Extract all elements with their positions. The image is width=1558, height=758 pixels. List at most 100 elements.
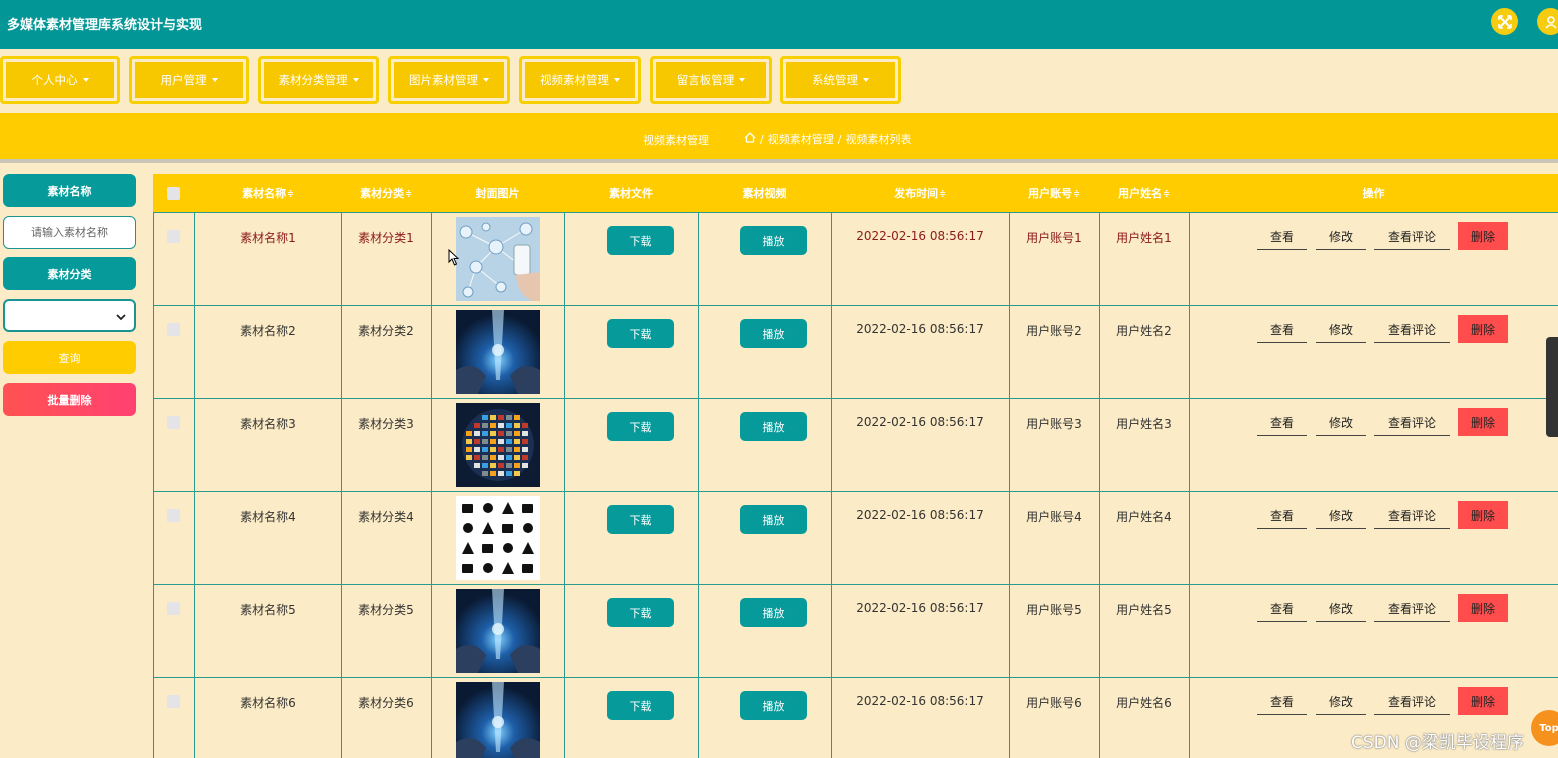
- material-name-input[interactable]: [3, 216, 136, 249]
- cell-published: 2022-02-16 08:56:17: [856, 601, 984, 615]
- view-button[interactable]: 查看: [1257, 595, 1307, 622]
- edit-button[interactable]: 修改: [1316, 409, 1366, 436]
- table-row: 素材名称6 素材分类6 下载 播放 2022-02-16 08:56:17 用户账号6 用户…: [153, 677, 1558, 758]
- app-title: 多媒体素材管理库系统设计与实现: [7, 18, 203, 33]
- nav-item-category-management[interactable]: 素材分类管理: [258, 56, 379, 104]
- cell-account: 用户账号5: [1026, 603, 1082, 617]
- view-comments-button[interactable]: 查看评论: [1374, 502, 1450, 529]
- delete-button[interactable]: 删除: [1458, 501, 1508, 529]
- cell-account: 用户账号1: [1026, 231, 1082, 245]
- row-checkbox[interactable]: [167, 230, 180, 243]
- breadcrumb-item-video-list: 视频素材列表: [845, 133, 912, 146]
- play-button[interactable]: 播放: [740, 226, 807, 255]
- cover-image[interactable]: [456, 403, 540, 487]
- view-button[interactable]: 查看: [1257, 409, 1307, 436]
- row-checkbox[interactable]: [167, 416, 180, 429]
- download-button[interactable]: 下载: [607, 319, 674, 348]
- cell-username: 用户姓名6: [1116, 696, 1172, 710]
- edit-button[interactable]: 修改: [1316, 223, 1366, 250]
- caret-down-icon: [483, 78, 489, 82]
- view-button[interactable]: 查看: [1257, 316, 1307, 343]
- view-comments-button[interactable]: 查看评论: [1374, 223, 1450, 250]
- column-header-category[interactable]: 素材分类 ≑: [341, 174, 431, 212]
- delete-button[interactable]: 删除: [1458, 687, 1508, 715]
- download-button[interactable]: 下载: [607, 598, 674, 627]
- nav-item-message-board[interactable]: 留言板管理: [650, 56, 772, 104]
- table-header: 素材名称 ≑ 素材分类 ≑ 封面图片 素材文件 素材视频 发布时间 ≑ 用户账号 ≑ 用…: [153, 174, 1558, 212]
- view-button[interactable]: 查看: [1257, 502, 1307, 529]
- cover-image[interactable]: [456, 217, 540, 301]
- delete-button[interactable]: 删除: [1458, 222, 1508, 250]
- edit-button[interactable]: 修改: [1316, 688, 1366, 715]
- table-row: 素材名称2 素材分类2 下载 播放 2022-02-16 08:56:17 用户账号2 用户…: [153, 305, 1558, 398]
- download-button[interactable]: 下载: [607, 412, 674, 441]
- play-button[interactable]: 播放: [740, 412, 807, 441]
- batch-delete-button[interactable]: 批量删除: [3, 383, 136, 416]
- cell-name: 素材名称6: [240, 696, 296, 710]
- user-icon[interactable]: [1537, 8, 1558, 35]
- home-icon[interactable]: [744, 132, 756, 146]
- view-comments-button[interactable]: 查看评论: [1374, 316, 1450, 343]
- edit-button[interactable]: 修改: [1316, 316, 1366, 343]
- download-button[interactable]: 下载: [607, 226, 674, 255]
- row-checkbox[interactable]: [167, 602, 180, 615]
- sort-icon: ≑: [1163, 188, 1170, 198]
- download-button[interactable]: 下载: [607, 691, 674, 720]
- nav-item-user-management[interactable]: 用户管理: [129, 56, 249, 104]
- side-scroll-handle[interactable]: [1546, 337, 1558, 437]
- breadcrumb-separator: /: [760, 132, 764, 146]
- column-header-name[interactable]: 素材名称 ≑: [195, 174, 341, 212]
- breadcrumb: / 视频素材管理 / 视频素材列表: [744, 131, 911, 147]
- download-button[interactable]: 下载: [607, 505, 674, 534]
- play-button[interactable]: 播放: [740, 505, 807, 534]
- query-button[interactable]: 查询: [3, 341, 136, 374]
- breadcrumb-item-video-management[interactable]: 视频素材管理: [768, 131, 834, 147]
- nav-item-image-management[interactable]: 图片素材管理: [388, 56, 510, 104]
- view-comments-button[interactable]: 查看评论: [1374, 688, 1450, 715]
- column-header-username[interactable]: 用户姓名 ≑: [1099, 174, 1189, 212]
- play-button[interactable]: 播放: [740, 598, 807, 627]
- nav-item-video-management[interactable]: 视频素材管理: [519, 56, 641, 104]
- material-category-select[interactable]: [3, 299, 136, 332]
- row-checkbox[interactable]: [167, 509, 180, 522]
- column-header-published[interactable]: 发布时间 ≑: [831, 174, 1009, 212]
- row-checkbox[interactable]: [167, 323, 180, 336]
- view-button[interactable]: 查看: [1257, 223, 1307, 250]
- cell-published: 2022-02-16 08:56:17: [856, 508, 984, 522]
- nav-item-personal-center[interactable]: 个人中心: [0, 56, 120, 104]
- column-header-video: 素材视频: [742, 187, 787, 200]
- delete-button[interactable]: 删除: [1458, 594, 1508, 622]
- delete-button[interactable]: 删除: [1458, 408, 1508, 436]
- cell-username: 用户姓名3: [1116, 417, 1172, 431]
- play-button[interactable]: 播放: [740, 319, 807, 348]
- table-row: 素材名称5 素材分类5 下载 播放 2022-02-16 08:56:17 用户账号5 用户…: [153, 584, 1558, 677]
- cover-image[interactable]: [456, 682, 540, 758]
- row-checkbox[interactable]: [167, 695, 180, 708]
- cell-category: 素材分类6: [358, 696, 414, 710]
- view-comments-button[interactable]: 查看评论: [1374, 409, 1450, 436]
- fullscreen-icon[interactable]: [1491, 8, 1518, 35]
- cell-username: 用户姓名4: [1116, 510, 1172, 524]
- edit-button[interactable]: 修改: [1316, 595, 1366, 622]
- caret-down-icon: [211, 78, 218, 82]
- cell-name: 素材名称5: [240, 603, 296, 617]
- caret-down-icon: [863, 78, 869, 82]
- cover-image[interactable]: [456, 310, 540, 394]
- caret-down-icon: [614, 78, 620, 82]
- column-header-cover: 封面图片: [475, 187, 520, 200]
- nav-item-system-management[interactable]: 系统管理: [780, 56, 901, 104]
- breadcrumb-bar: 视频素材管理 / 视频素材管理 / 视频素材列表: [0, 113, 1558, 163]
- cover-image[interactable]: [456, 496, 540, 580]
- cell-category: 素材分类4: [358, 510, 414, 524]
- column-header-account[interactable]: 用户账号 ≑: [1009, 174, 1099, 212]
- edit-button[interactable]: 修改: [1316, 502, 1366, 529]
- delete-button[interactable]: 删除: [1458, 315, 1508, 343]
- view-comments-button[interactable]: 查看评论: [1374, 595, 1450, 622]
- watermark: CSDN @梁凯毕设程序: [1351, 733, 1524, 753]
- mouse-cursor-icon: [448, 248, 460, 270]
- select-all-checkbox[interactable]: [167, 187, 180, 200]
- play-button[interactable]: 播放: [740, 691, 807, 720]
- cover-image[interactable]: [456, 589, 540, 673]
- view-button[interactable]: 查看: [1257, 688, 1307, 715]
- breadcrumb-separator: /: [837, 132, 842, 146]
